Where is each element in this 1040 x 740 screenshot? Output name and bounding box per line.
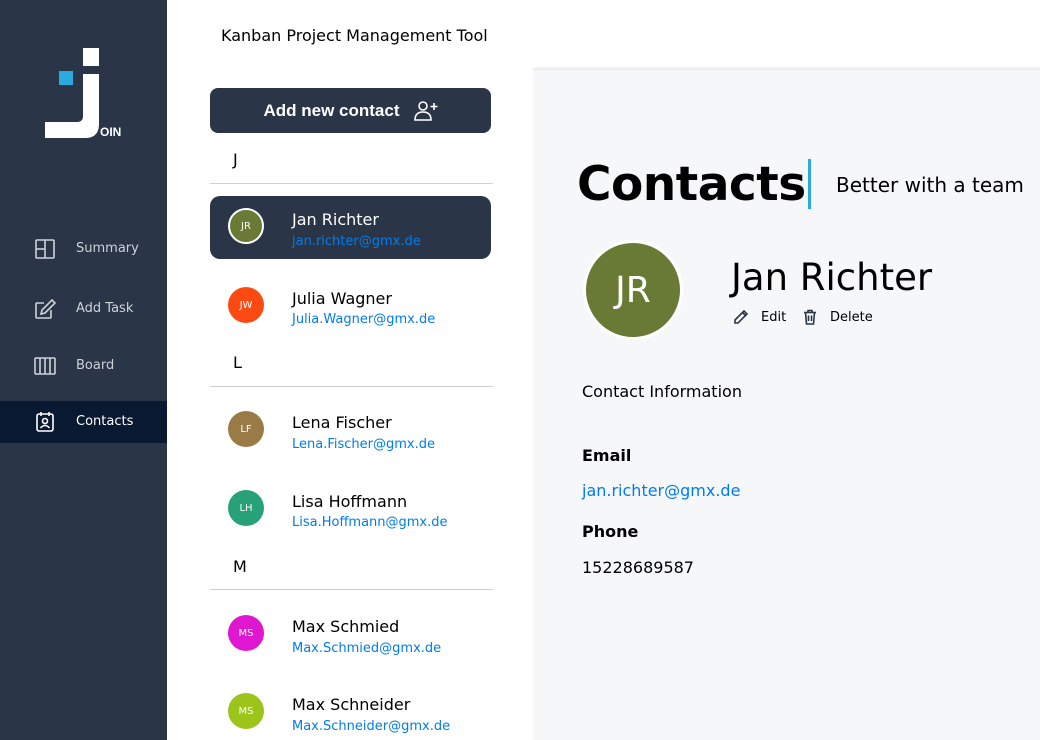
contact-email: jan.richter@gmx.de bbox=[292, 234, 421, 249]
contact-email: Lisa.Hoffmann@gmx.de bbox=[292, 515, 448, 530]
avatar: MS bbox=[228, 615, 264, 651]
avatar: LH bbox=[228, 490, 264, 526]
delete-button[interactable]: Delete bbox=[802, 307, 873, 327]
phone-label: Phone bbox=[582, 522, 639, 541]
nav-label-board: Board bbox=[76, 358, 115, 373]
contact-information-heading: Contact Information bbox=[582, 382, 742, 401]
avatar: MS bbox=[228, 693, 264, 729]
edit-button[interactable]: Edit bbox=[733, 307, 786, 327]
contact-email: Max.Schmied@gmx.de bbox=[292, 641, 442, 656]
contact-email: Max.Schneider@gmx.de bbox=[292, 719, 451, 734]
contact-item-lena-fischer[interactable]: LF Lena Fischer Lena.Fischer@gmx.de bbox=[210, 399, 491, 462]
contact-detail-name: Jan Richter bbox=[731, 256, 933, 299]
heading-accent-bar bbox=[808, 159, 811, 209]
board-icon bbox=[34, 355, 56, 377]
contact-avatar-large: JR bbox=[583, 240, 683, 340]
nav-label-add-task: Add Task bbox=[76, 301, 134, 316]
letter-heading-j: J bbox=[233, 150, 238, 169]
avatar: JW bbox=[228, 287, 264, 323]
contact-name: Lisa Hoffmann bbox=[292, 492, 408, 511]
nav-item-add-task[interactable]: Add Task bbox=[0, 288, 167, 330]
contact-item-max-schmied[interactable]: MS Max Schmied Max.Schmied@gmx.de bbox=[210, 603, 491, 666]
contact-item-jan-richter[interactable]: JR Jan Richter jan.richter@gmx.de bbox=[210, 196, 491, 259]
edit-label: Edit bbox=[761, 309, 787, 325]
avatar: LF bbox=[228, 411, 264, 447]
nav-label-contacts: Contacts bbox=[76, 414, 134, 429]
letter-divider bbox=[210, 183, 493, 184]
app-title: Kanban Project Management Tool bbox=[221, 26, 488, 45]
logo-text: OIN bbox=[100, 125, 121, 139]
contact-name: Max Schneider bbox=[292, 695, 411, 714]
delete-label: Delete bbox=[830, 309, 873, 325]
contact-email: Lena.Fischer@gmx.de bbox=[292, 437, 435, 452]
nav-item-summary[interactable]: Summary bbox=[0, 228, 167, 270]
join-logo[interactable]: OIN bbox=[44, 46, 124, 142]
add-new-contact-button[interactable]: Add new contact bbox=[210, 88, 491, 133]
contact-email: Julia.Wagner@gmx.de bbox=[292, 312, 436, 327]
phone-value: 15228689587 bbox=[582, 558, 694, 577]
email-link[interactable]: jan.richter@gmx.de bbox=[582, 481, 740, 500]
contact-item-max-schneider[interactable]: MS Max Schneider Max.Schneider@gmx.de bbox=[210, 681, 491, 740]
avatar: JR bbox=[228, 208, 264, 244]
nav-label-summary: Summary bbox=[76, 241, 139, 256]
letter-divider bbox=[210, 589, 493, 590]
letter-divider bbox=[210, 386, 493, 387]
contact-name: Jan Richter bbox=[292, 210, 379, 229]
nav-item-contacts[interactable]: Contacts bbox=[0, 401, 167, 443]
letter-heading-l: L bbox=[233, 353, 242, 372]
pencil-icon bbox=[734, 309, 749, 324]
email-label: Email bbox=[582, 446, 632, 465]
contact-name: Lena Fischer bbox=[292, 413, 392, 432]
contact-name: Julia Wagner bbox=[292, 289, 392, 308]
page-title: Contacts bbox=[577, 157, 806, 212]
edit-square-icon bbox=[34, 298, 57, 320]
summary-icon bbox=[34, 238, 56, 260]
trash-icon bbox=[804, 309, 816, 325]
page-subtitle: Better with a team bbox=[836, 173, 1024, 197]
letter-heading-m: M bbox=[233, 557, 247, 576]
person-add-icon bbox=[413, 100, 437, 121]
contact-name: Max Schmied bbox=[292, 617, 400, 636]
nav-item-board[interactable]: Board bbox=[0, 345, 167, 387]
contact-item-lisa-hoffmann[interactable]: LH Lisa Hoffmann Lisa.Hoffmann@gmx.de bbox=[210, 478, 491, 541]
contact-item-julia-wagner[interactable]: JW Julia Wagner Julia.Wagner@gmx.de bbox=[210, 275, 491, 338]
sidebar: OIN Summary Add Task Board Contacts bbox=[0, 0, 167, 740]
contacts-icon bbox=[34, 411, 56, 433]
add-contact-label: Add new contact bbox=[263, 100, 400, 120]
